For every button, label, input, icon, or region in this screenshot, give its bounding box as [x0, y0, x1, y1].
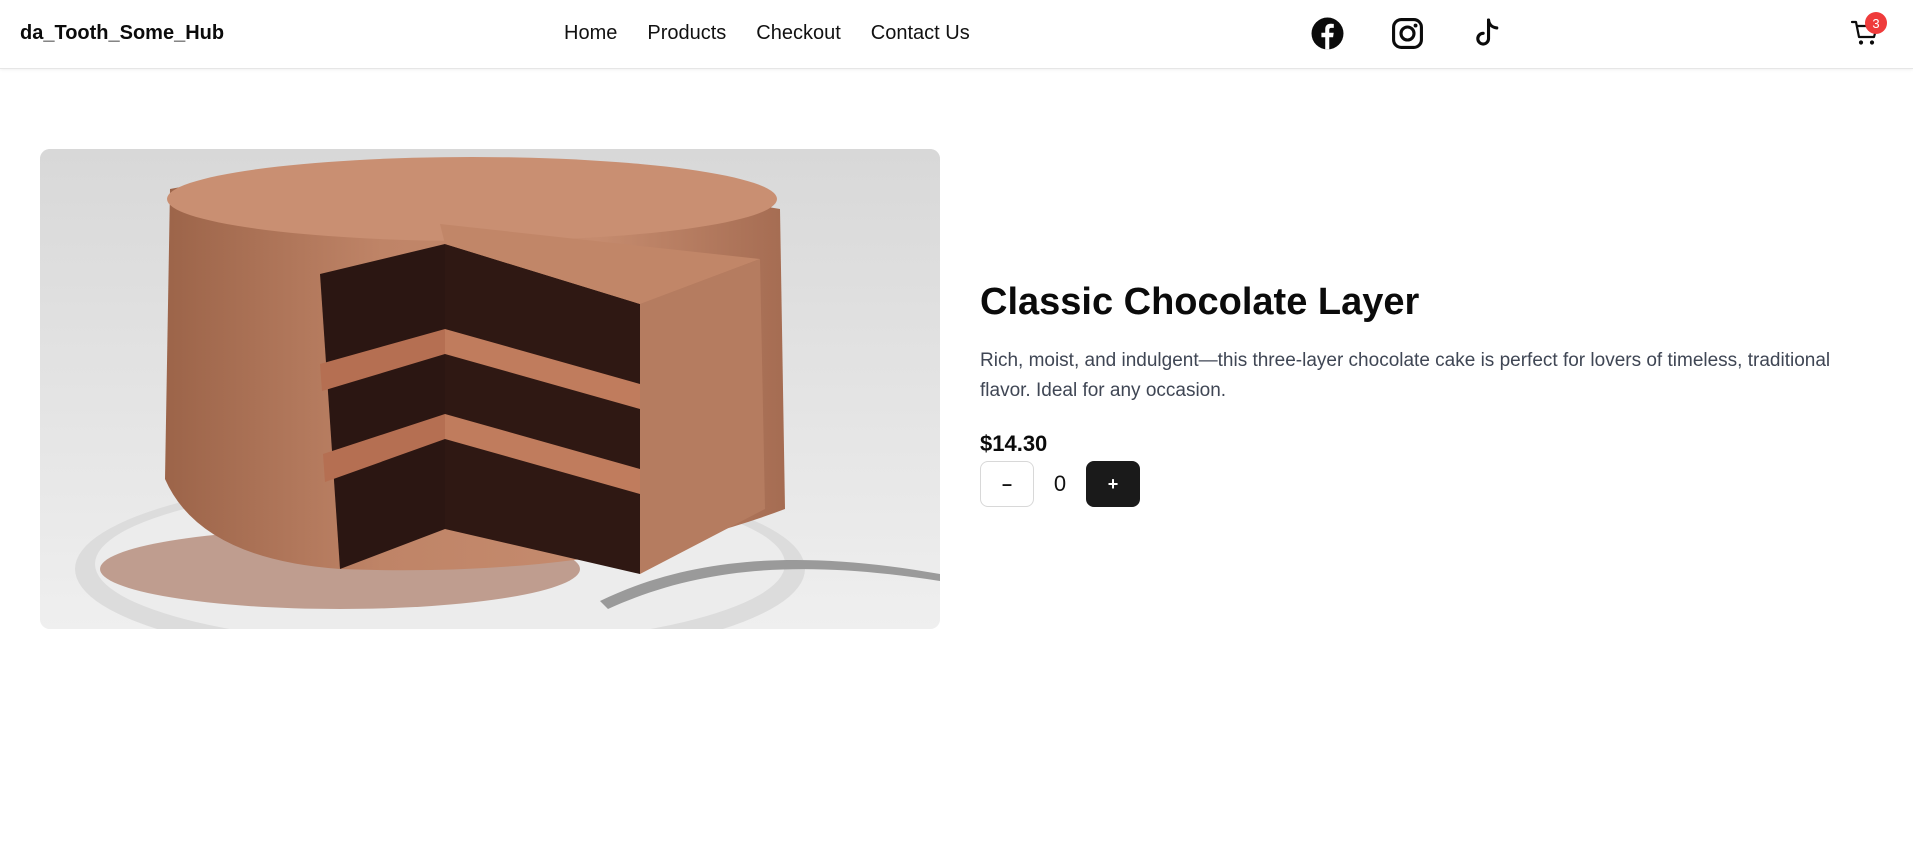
social-links: [1311, 17, 1504, 50]
cart-count-badge: 3: [1865, 12, 1887, 34]
quantity-stepper: – 0 +: [980, 461, 1880, 507]
nav-checkout-link[interactable]: Checkout: [756, 22, 841, 45]
product-title: Classic Chocolate Layer: [980, 281, 1420, 323]
decrease-quantity-button[interactable]: –: [980, 461, 1034, 507]
product-price: $14.30: [980, 431, 1048, 456]
brand-logo[interactable]: da_Tooth_Some_Hub: [20, 22, 224, 45]
quantity-value: 0: [1053, 471, 1067, 496]
instagram-icon[interactable]: [1391, 17, 1424, 50]
navbar: da_Tooth_Some_Hub Home Products Checkout…: [0, 0, 1913, 69]
cart-button[interactable]: 3: [1850, 12, 1887, 48]
tiktok-icon[interactable]: [1471, 17, 1504, 50]
main-nav: Home Products Checkout Contact Us: [564, 22, 970, 45]
nav-contact-link[interactable]: Contact Us: [871, 22, 970, 45]
nav-products-link[interactable]: Products: [647, 22, 726, 45]
product-image: [40, 149, 940, 629]
facebook-icon[interactable]: [1311, 17, 1344, 50]
increase-quantity-button[interactable]: +: [1086, 461, 1140, 507]
product-description: Rich, moist, and indulgent—this three-la…: [980, 350, 1831, 401]
product-info: Classic Chocolate Layer Rich, moist, and…: [980, 278, 1880, 507]
nav-home-link[interactable]: Home: [564, 22, 617, 45]
